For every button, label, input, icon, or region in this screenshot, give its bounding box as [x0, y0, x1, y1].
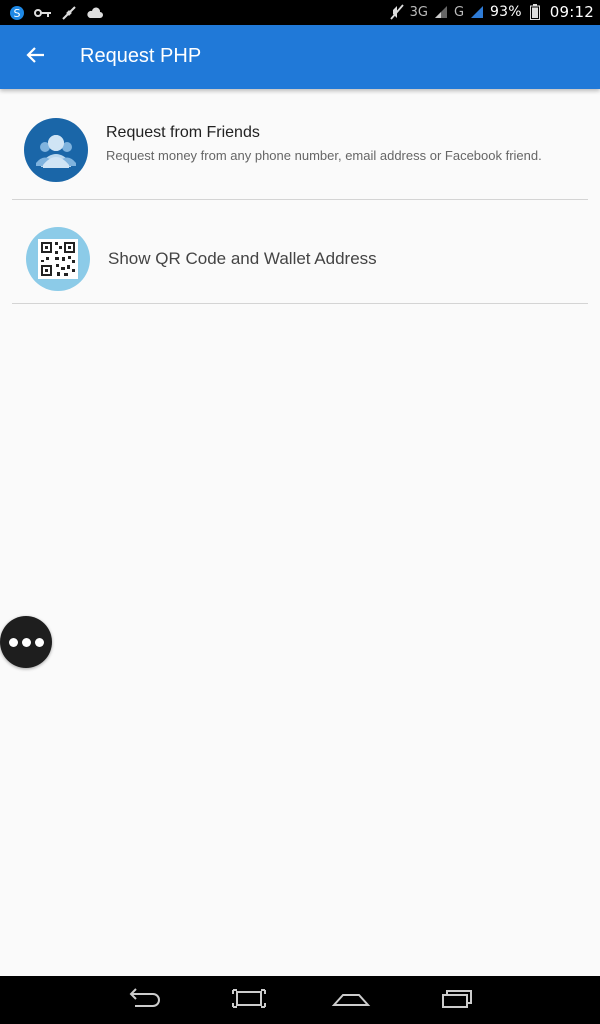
- option-title: Show QR Code and Wallet Address: [108, 249, 377, 268]
- clock: 09:12: [549, 3, 594, 21]
- more-dot: [34, 637, 44, 647]
- request-from-friends-item[interactable]: Request from Friends Request money from …: [0, 109, 600, 199]
- battery-icon: [526, 3, 544, 21]
- option-title: Request from Friends: [106, 124, 260, 141]
- screenshot-icon: [229, 986, 269, 1015]
- signal-icon: [432, 3, 450, 21]
- status-bar: S 3G G 93% 09:12: [0, 0, 600, 25]
- battery-percent: 93%: [490, 4, 522, 20]
- page-title: Request PHP: [80, 45, 202, 67]
- friends-icon: [24, 118, 88, 182]
- status-left-icons: S: [8, 3, 104, 23]
- svg-text:S: S: [14, 7, 21, 20]
- app-bar: Request PHP: [0, 25, 600, 89]
- home-icon: [331, 986, 371, 1015]
- back-button[interactable]: [18, 39, 54, 75]
- recent-apps-icon: [437, 986, 477, 1015]
- system-nav-bar: [0, 976, 600, 1024]
- back-icon: [123, 986, 163, 1015]
- status-right-icons: 3G G 93% 09:12: [388, 2, 594, 22]
- divider: [12, 303, 588, 304]
- floating-more-button[interactable]: [0, 616, 52, 668]
- skype-icon: S: [8, 4, 26, 22]
- network-type-label: 3G: [409, 4, 428, 20]
- back-nav-button[interactable]: [118, 984, 168, 1016]
- option-subtitle: Request money from any phone number, ema…: [106, 148, 542, 163]
- qr-code-icon: [26, 227, 90, 291]
- key-icon: [34, 4, 52, 22]
- recent-apps-nav-button[interactable]: [432, 984, 482, 1016]
- divider: [12, 199, 588, 200]
- satellite-icon: [60, 4, 78, 22]
- more-dot: [21, 637, 31, 647]
- show-qr-code-item[interactable]: Show QR Code and Wallet Address: [0, 225, 600, 301]
- more-dot: [8, 637, 18, 647]
- home-nav-button[interactable]: [326, 984, 376, 1016]
- cloud-icon: [86, 4, 104, 22]
- network-type-label-2: G: [453, 4, 465, 20]
- screenshot-nav-button[interactable]: [224, 984, 274, 1016]
- signal-icon-2: [468, 3, 486, 21]
- mute-icon: [388, 3, 406, 21]
- arrow-left-icon: [26, 45, 46, 70]
